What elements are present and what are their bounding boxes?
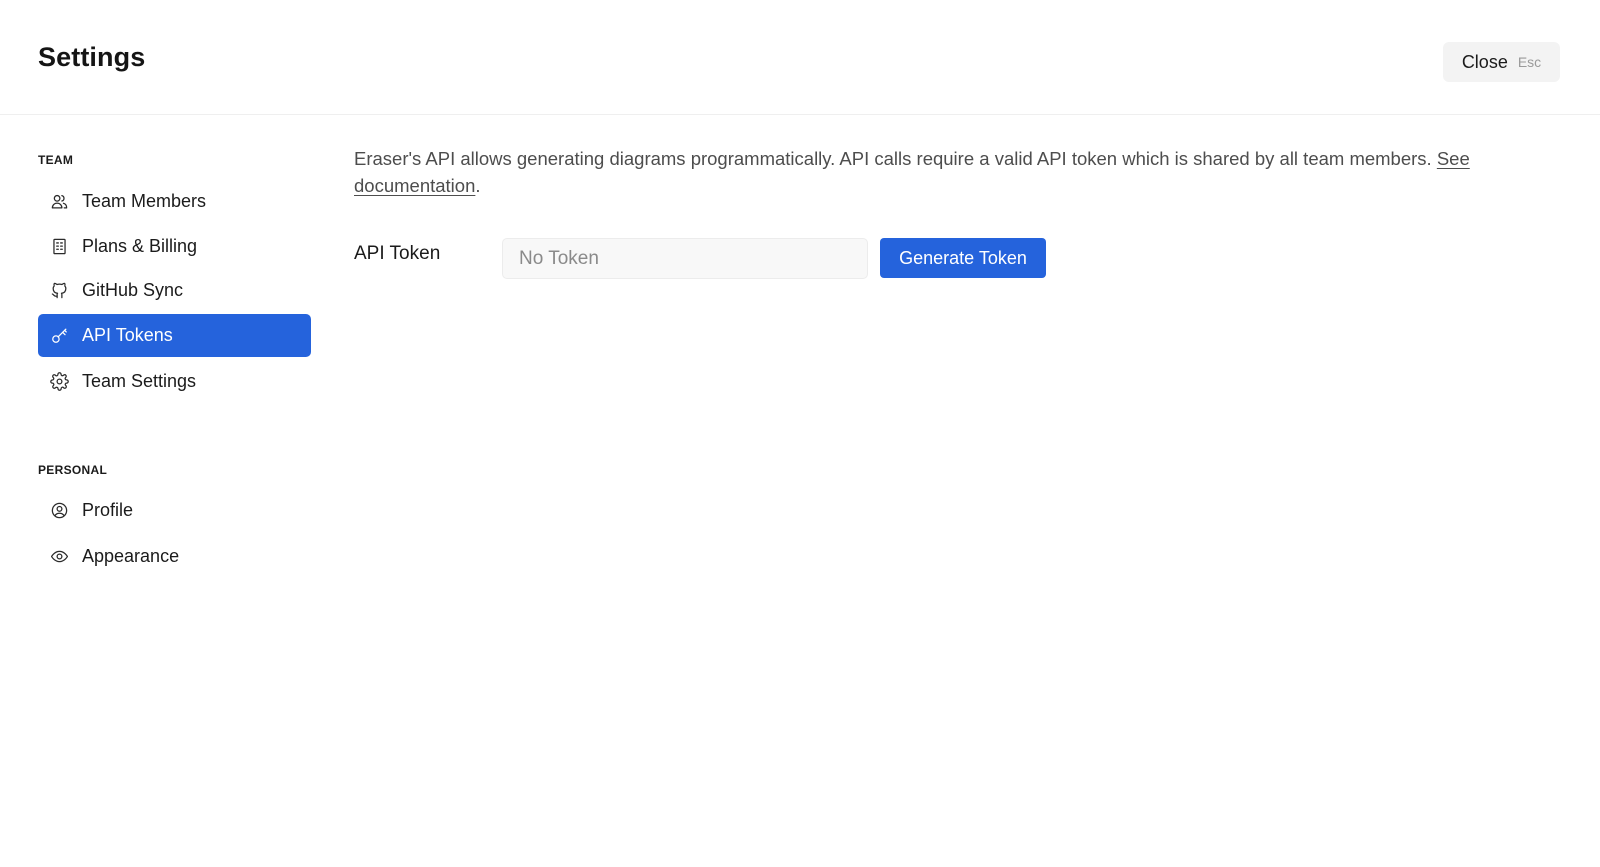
documentation-link-suffix: . [475, 175, 481, 196]
github-icon [49, 281, 69, 301]
sidebar-item-profile[interactable]: Profile [38, 489, 311, 532]
sidebar-item-api-tokens[interactable]: API Tokens [38, 314, 311, 357]
sidebar-item-label: Team Members [82, 191, 207, 211]
close-button[interactable]: Close Esc [1443, 42, 1560, 82]
generate-token-button[interactable]: Generate Token [880, 238, 1046, 278]
key-icon [49, 326, 69, 346]
user-circle-icon [49, 501, 69, 521]
close-button-label: Close [1461, 51, 1508, 72]
api-description: Eraser's API allows generating diagrams … [354, 145, 1560, 199]
page-title: Settings [38, 42, 146, 72]
close-shortcut-hint: Esc [1517, 54, 1542, 70]
sidebar-item-team-settings[interactable]: Team Settings [38, 360, 311, 403]
gear-icon [49, 372, 69, 392]
sidebar-item-label: Profile [82, 500, 134, 520]
api-token-label: API Token [354, 243, 441, 264]
sidebar-item-label: Plans & Billing [82, 236, 198, 256]
receipt-icon [49, 237, 69, 257]
users-icon [49, 192, 69, 212]
sidebar-item-appearance[interactable]: Appearance [38, 535, 311, 578]
sidebar-item-plans-billing[interactable]: Plans & Billing [38, 225, 311, 268]
sidebar-item-label: GitHub Sync [82, 280, 184, 300]
sidebar-item-team-members[interactable]: Team Members [38, 180, 311, 223]
personal-section-label: PERSONAL [38, 463, 108, 477]
sidebar-item-label: Team Settings [82, 371, 197, 391]
sidebar-item-github-sync[interactable]: GitHub Sync [38, 269, 311, 312]
eye-icon [49, 547, 69, 567]
sidebar-item-label: API Tokens [82, 325, 173, 345]
team-section-label: TEAM [38, 153, 74, 167]
sidebar-item-label: Appearance [82, 546, 180, 566]
api-token-field[interactable] [502, 238, 868, 279]
api-description-text: Eraser's API allows generating diagrams … [354, 148, 1432, 169]
settings-header: Settings Close Esc [0, 0, 1600, 115]
